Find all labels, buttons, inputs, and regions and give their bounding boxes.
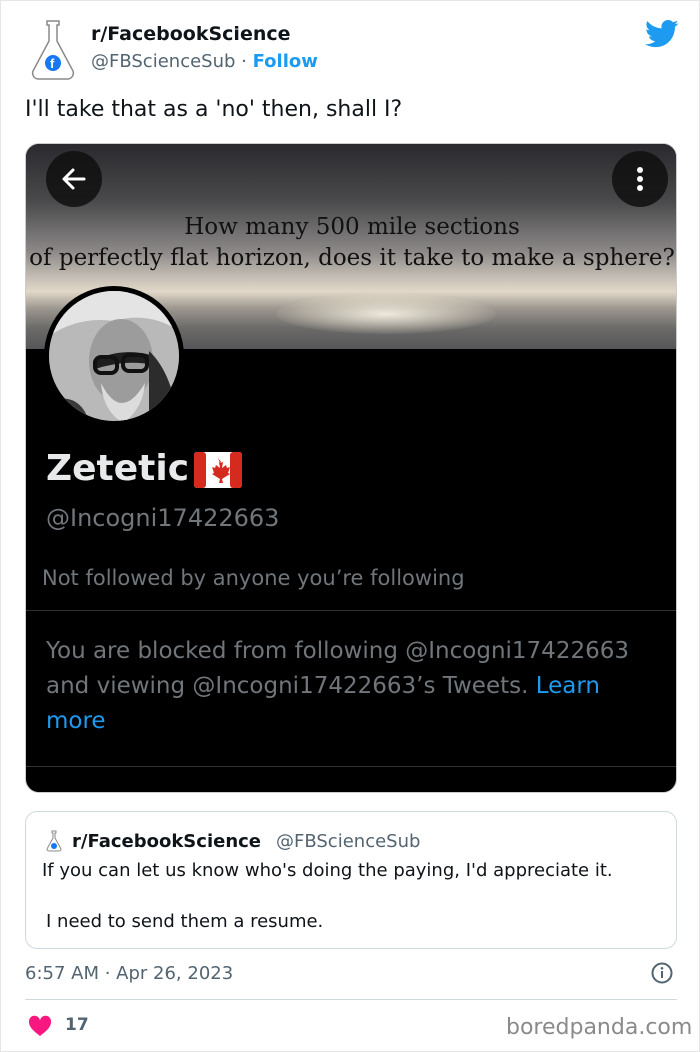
flask-avatar-icon[interactable]: f (29, 19, 77, 81)
twitter-bird-icon[interactable] (645, 19, 679, 49)
profile-avatar[interactable] (44, 286, 184, 426)
flask-avatar-icon (46, 830, 62, 852)
heart-icon[interactable] (28, 1015, 52, 1037)
watermark: boredpanda.com (506, 1015, 693, 1040)
blocked-notice: You are blocked from following @Incogni1… (46, 634, 666, 739)
follow-button[interactable]: Follow (253, 51, 318, 72)
author-handle-row: @FBScienceSub · Follow (91, 51, 318, 72)
quoted-text-line2: I need to send them a resume. (46, 911, 324, 932)
profile-handle: @Incogni17422663 (46, 504, 280, 532)
info-icon[interactable] (651, 962, 673, 984)
divider (25, 999, 677, 1000)
quoted-tweet[interactable]: r/FacebookScience @FBScienceSub If you c… (25, 811, 677, 949)
banner-caption-line1: How many 500 mile sections (184, 214, 520, 240)
like-count: 17 (65, 1015, 89, 1035)
banner-caption: How many 500 mile sections of perfectly … (26, 212, 676, 274)
more-options-button[interactable] (612, 151, 668, 207)
canada-flag-icon (194, 452, 242, 488)
separator: · (235, 51, 253, 72)
quoted-author-handle[interactable]: @FBScienceSub (276, 831, 420, 852)
tweet-card: f r/FacebookScience @FBScienceSub · Foll… (0, 0, 700, 1052)
back-button[interactable] (46, 151, 102, 207)
svg-text:f: f (50, 56, 55, 71)
author-handle[interactable]: @FBScienceSub (91, 51, 235, 72)
author-name[interactable]: r/FacebookScience (91, 23, 291, 45)
more-vertical-icon (637, 167, 643, 191)
tweet-timestamp[interactable]: 6:57 AM · Apr 26, 2023 (25, 963, 233, 984)
banner-caption-line2: of perfectly flat horizon, does it take … (29, 245, 675, 271)
back-arrow-icon (62, 168, 86, 190)
profile-display-name: Zetetic (46, 448, 190, 489)
divider (26, 766, 676, 767)
divider (26, 610, 676, 611)
banner-sunlight (276, 294, 496, 334)
quoted-text-line1: If you can let us know who's doing the p… (42, 860, 613, 881)
not-followed-notice: Not followed by anyone you’re following (42, 566, 465, 590)
tweet-text: I'll take that as a 'no' then, shall I? (25, 97, 403, 122)
quoted-author-name[interactable]: r/FacebookScience (72, 831, 261, 852)
embedded-screenshot[interactable]: How many 500 mile sections of perfectly … (25, 143, 677, 793)
profile-photo (49, 291, 179, 421)
